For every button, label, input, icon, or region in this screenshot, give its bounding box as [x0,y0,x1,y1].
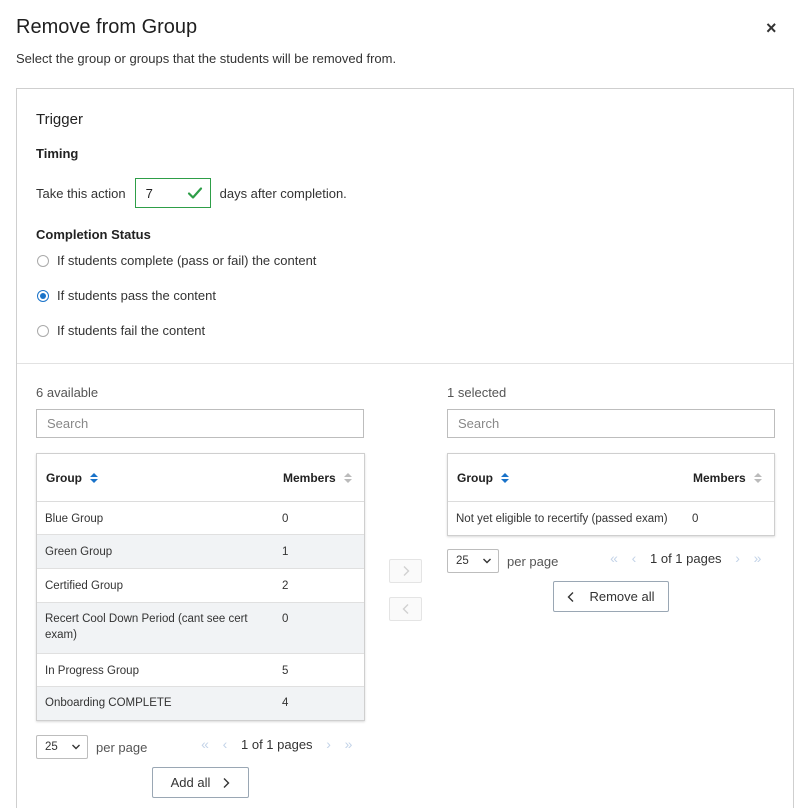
timing-heading: Timing [36,146,79,161]
chevron-right-icon [403,566,409,576]
column-label-members: Members [283,471,336,485]
selected-pager: 25 per page [447,549,558,573]
cell-group: Certified Group [45,580,123,592]
page-status: 1 of 1 pages [650,550,722,566]
completion-status-heading: Completion Status [36,227,151,242]
cell-members: 0 [282,513,289,525]
radio-complete[interactable]: If students complete (pass or fail) the … [37,253,316,268]
sort-icon [753,473,762,483]
cell-members: 4 [282,697,289,709]
cell-group: Green Group [45,546,113,558]
first-page-icon[interactable]: « [195,736,215,752]
remove-all-button[interactable]: Remove all [553,581,669,612]
available-pager: 25 per page [36,735,147,759]
add-all-label: Add all [170,775,211,790]
days-input[interactable]: 7 [134,178,211,208]
available-page-nav: « ‹ 1 of 1 pages › » [195,736,359,752]
cell-group: In Progress Group [45,665,139,677]
chevron-left-icon [402,604,408,614]
dialog-subtitle: Select the group or groups that the stud… [16,51,397,66]
timing-row: Take this action 7 days after completion… [36,178,347,208]
prev-page-icon[interactable]: ‹ [215,736,235,752]
radio-button-pass[interactable] [37,289,49,302]
move-left-button[interactable] [389,597,422,621]
days-value: 7 [145,185,153,201]
table-row[interactable]: Not yet eligible to recertify (passed ex… [448,502,774,535]
last-page-icon[interactable]: » [748,550,768,566]
add-all-button[interactable]: Add all [152,767,249,798]
move-right-button[interactable] [389,559,422,583]
column-header-group[interactable]: Group [457,471,509,485]
column-header-group[interactable]: Group [46,471,98,485]
radio-label-pass: If students pass the content [57,288,216,303]
table-header: Group Members [448,454,774,502]
first-page-icon[interactable]: « [604,550,624,566]
available-search-input[interactable]: Search [36,409,364,438]
selected-search-input[interactable]: Search [447,409,775,438]
radio-button-complete[interactable] [37,254,49,267]
last-page-icon[interactable]: » [339,736,359,752]
table-row[interactable]: Certified Group 2 [37,569,364,603]
column-header-members[interactable]: Members [283,471,352,485]
sort-icon [90,473,98,483]
cell-group: Onboarding COMPLETE [45,697,172,709]
close-icon[interactable]: × [766,19,777,37]
action-prefix: Take this action [36,185,126,201]
trigger-panel: Trigger Timing Take this action 7 days a… [16,88,794,808]
sort-icon [501,473,509,483]
table-row[interactable]: Green Group 1 [37,535,364,569]
per-page-label: per page [507,553,559,569]
cell-members: 0 [692,513,699,525]
table-row[interactable]: In Progress Group 5 [37,654,364,687]
per-page-label: per page [96,739,148,755]
action-suffix: days after completion. [219,185,347,201]
next-page-icon[interactable]: › [728,550,748,566]
chevron-right-icon [223,777,230,788]
selected-page-nav: « ‹ 1 of 1 pages › » [604,550,768,566]
selected-count: 1 selected [447,385,507,400]
chevron-down-icon [72,744,80,750]
chevron-down-icon [483,558,491,564]
remove-all-label: Remove all [589,589,655,604]
column-label-group: Group [457,471,493,485]
check-icon [187,187,202,199]
selected-groups-table: Group Members Not yet eligible to recert… [447,453,775,536]
cell-members: 5 [282,665,289,677]
available-count: 6 available [36,385,99,400]
cell-group: Recert Cool Down Period (cant see cert e… [45,613,248,641]
page-status: 1 of 1 pages [241,736,313,752]
sort-icon [343,473,352,483]
radio-label-complete: If students complete (pass or fail) the … [57,253,317,268]
radio-fail[interactable]: If students fail the content [37,323,205,338]
per-page-value: 25 [45,741,58,753]
column-header-members[interactable]: Members [693,471,762,485]
selected-per-page-select[interactable]: 25 [447,549,499,573]
trigger-heading: Trigger [36,111,83,128]
cell-members: 0 [282,613,289,625]
radio-button-fail[interactable] [37,324,49,337]
per-page-value: 25 [456,555,469,567]
table-row[interactable]: Recert Cool Down Period (cant see cert e… [37,603,364,654]
available-groups-table: Group Members Blue Group 0 Green Group 1… [36,453,365,721]
table-row[interactable]: Blue Group 0 [37,502,364,535]
cell-members: 1 [282,546,289,558]
cell-group: Not yet eligible to recertify (passed ex… [456,513,668,525]
section-divider [17,363,793,364]
column-label-group: Group [46,471,82,485]
prev-page-icon[interactable]: ‹ [624,550,644,566]
column-label-members: Members [693,471,746,485]
table-header: Group Members [37,454,364,502]
table-row[interactable]: Onboarding COMPLETE 4 [37,687,364,720]
dialog-title: Remove from Group [16,16,198,38]
radio-pass[interactable]: If students pass the content [37,288,216,303]
available-per-page-select[interactable]: 25 [36,735,88,759]
next-page-icon[interactable]: › [319,736,339,752]
cell-members: 2 [282,580,289,592]
chevron-left-icon [567,591,574,602]
radio-label-fail: If students fail the content [57,323,206,338]
cell-group: Blue Group [45,513,104,525]
